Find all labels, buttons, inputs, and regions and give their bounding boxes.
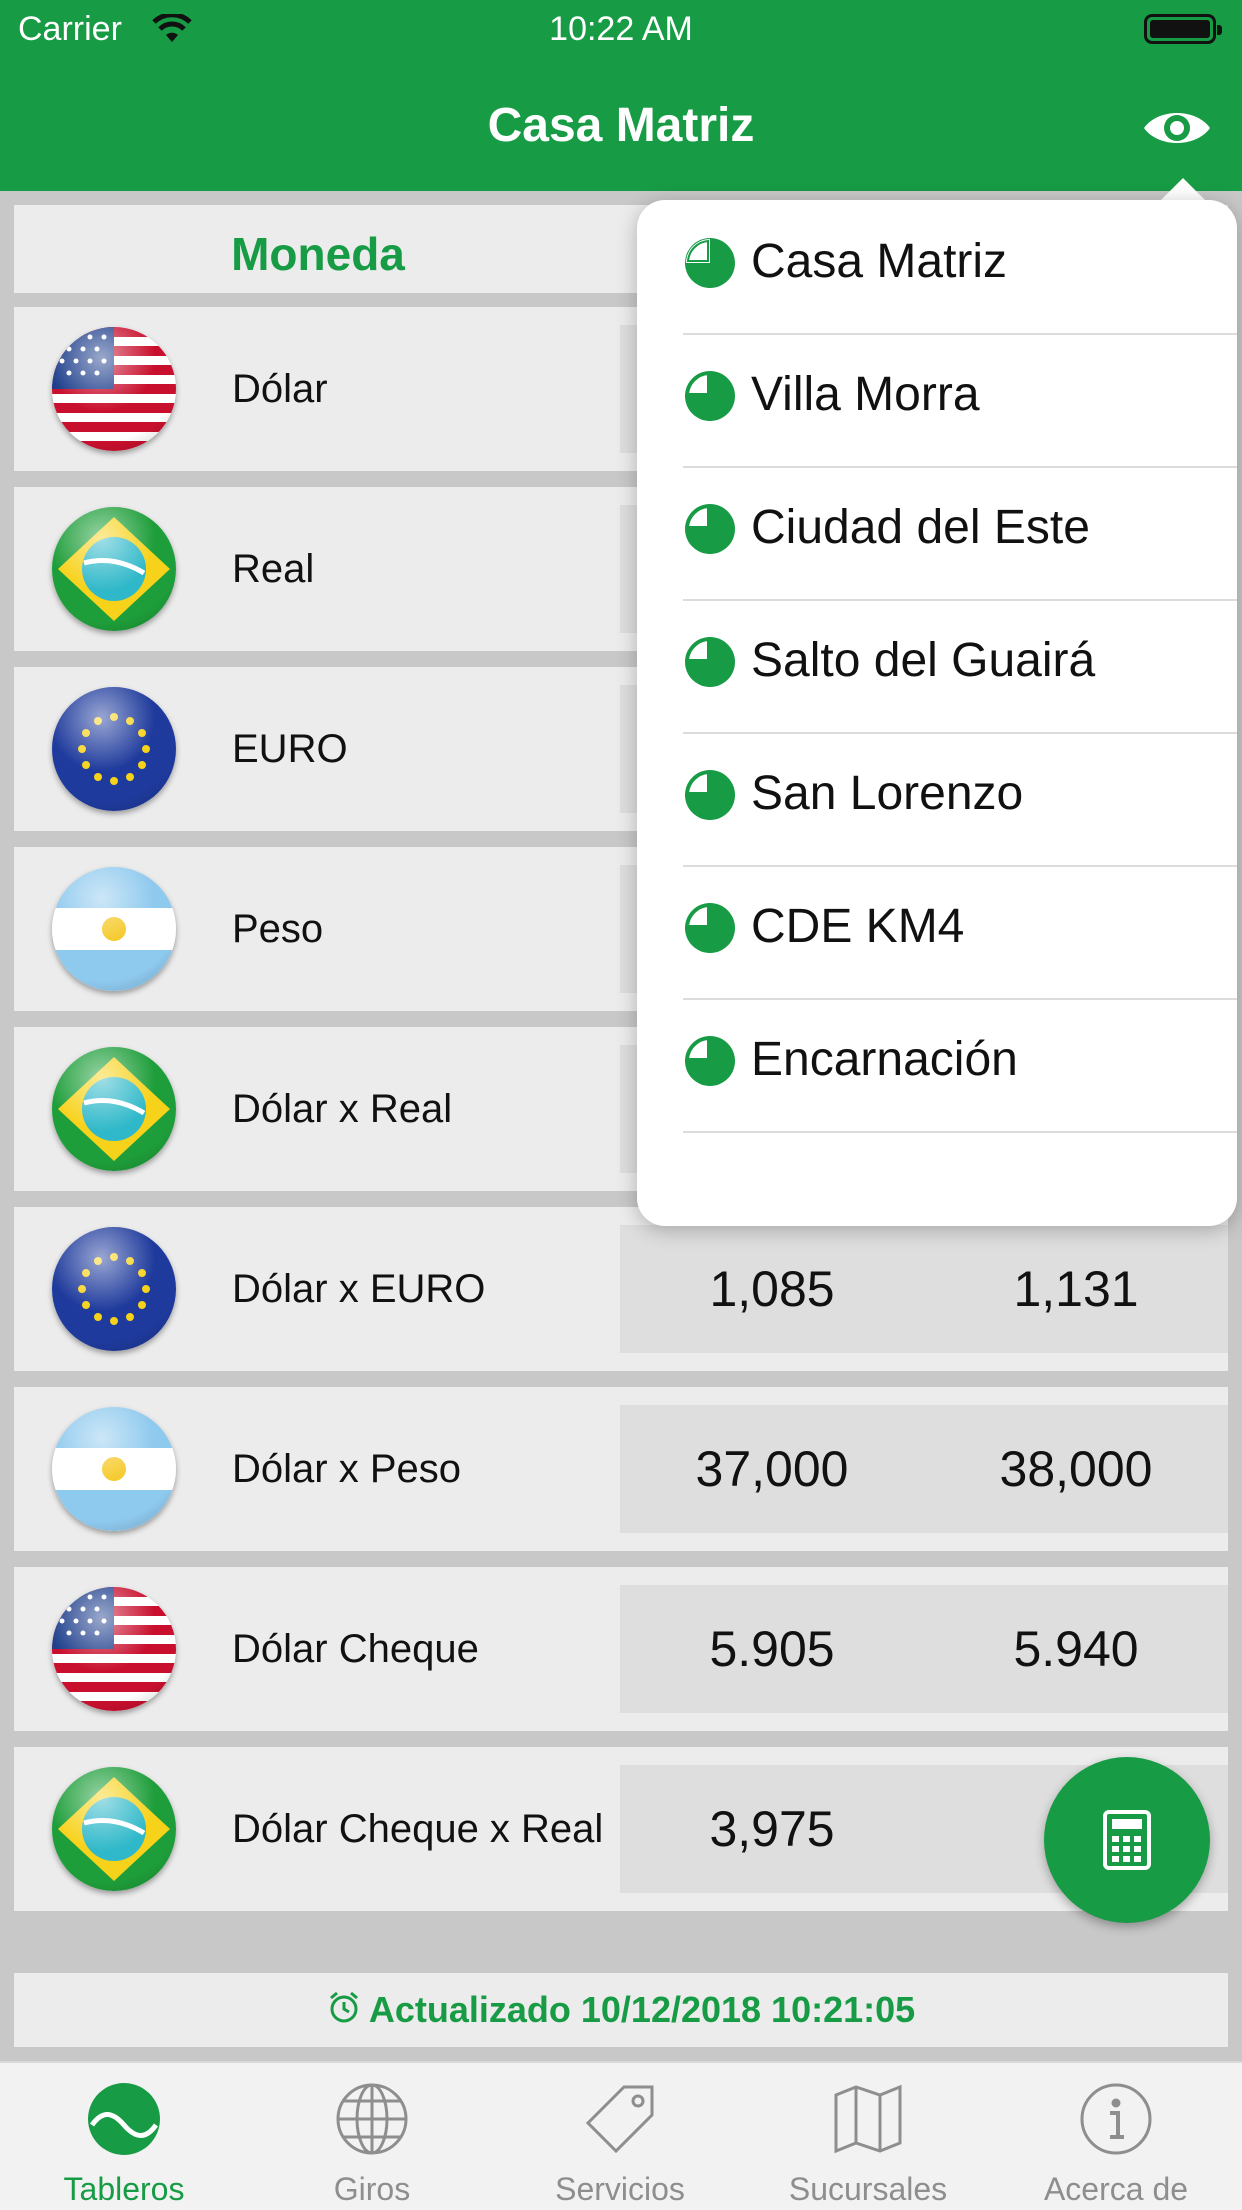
column-header-moneda: Moneda — [231, 228, 405, 280]
tab-giros[interactable]: Giros — [248, 2063, 496, 2210]
branch-option-encarnacion[interactable]: Encarnación — [683, 998, 1237, 1133]
currency-name: Dólar x EURO — [232, 1267, 486, 1311]
tab-label: Sucursales — [788, 2171, 948, 2207]
tag-icon — [582, 2081, 658, 2157]
branch-label: Villa Morra — [751, 368, 980, 421]
tab-sucursales[interactable]: Sucursales — [744, 2063, 992, 2210]
calculator-button[interactable] — [1044, 1757, 1210, 1923]
last-updated-text: Actualizado 10/12/2018 10:21:05 — [368, 1989, 916, 2030]
info-icon — [1078, 2081, 1154, 2157]
alarm-clock-icon — [327, 1975, 361, 2049]
argentina-flag-icon — [52, 1407, 176, 1531]
currency-name: Dólar — [232, 367, 328, 411]
usa-flag-icon — [52, 327, 176, 451]
pie-chart-icon — [683, 502, 737, 561]
brazil-flag-icon — [52, 1047, 176, 1171]
brazil-flag-icon — [52, 1767, 176, 1891]
calculator-icon — [1103, 1810, 1151, 1870]
map-icon — [830, 2081, 906, 2157]
pie-chart-icon — [683, 768, 737, 827]
status-time: 10:22 AM — [549, 10, 693, 48]
eu-flag-icon — [52, 1227, 176, 1351]
currency-name: Peso — [232, 907, 324, 951]
usa-flag-icon — [52, 1587, 176, 1711]
pie-chart-icon — [683, 901, 737, 960]
eye-icon[interactable] — [1140, 96, 1214, 160]
status-bar: Carrier 10:22 AM — [0, 0, 1242, 60]
rate-values: 37,000 38,000 — [620, 1405, 1228, 1533]
buy-value: 3,975 — [709, 1801, 835, 1857]
table-row[interactable]: Dólar x EURO 1,085 1,131 — [14, 1207, 1228, 1371]
pie-chart-icon — [683, 236, 737, 295]
branch-option-ciudad-del-este[interactable]: Ciudad del Este — [683, 466, 1237, 601]
sell-value: 38,000 — [999, 1441, 1153, 1497]
branch-label: Salto del Guairá — [751, 634, 1096, 687]
pie-chart-icon — [683, 635, 737, 694]
branch-label: Ciudad del Este — [751, 501, 1090, 554]
branch-option-casa-matriz[interactable]: Casa Matriz — [683, 200, 1237, 335]
buy-value: 5.905 — [709, 1621, 835, 1677]
nav-header: Carrier 10:22 AM Casa Matriz — [0, 0, 1242, 191]
battery-icon — [1144, 14, 1222, 44]
last-updated: Actualizado 10/12/2018 10:21:05 — [14, 1973, 1228, 2047]
page-title: Casa Matriz — [487, 99, 755, 152]
currency-name: Dólar Cheque x Real — [232, 1807, 604, 1851]
tab-label: Acerca de — [1043, 2171, 1189, 2207]
branch-option-san-lorenzo[interactable]: San Lorenzo — [683, 732, 1237, 867]
buy-value: 1,085 — [709, 1261, 835, 1317]
branch-option-villa-morra[interactable]: Villa Morra — [683, 333, 1237, 468]
branch-option-cde-km4[interactable]: CDE KM4 — [683, 865, 1237, 1000]
branch-popover: Casa Matriz Villa Morra Ciudad del Este … — [637, 200, 1237, 1226]
tab-servicios[interactable]: Servicios — [496, 2063, 744, 2210]
pie-chart-icon — [683, 369, 737, 428]
table-row[interactable]: Dólar Cheque 5.905 5.940 — [14, 1567, 1228, 1731]
argentina-flag-icon — [52, 867, 176, 991]
pie-chart-icon — [683, 1034, 737, 1093]
table-row[interactable]: Dólar x Peso 37,000 38,000 — [14, 1387, 1228, 1551]
branch-label: CDE KM4 — [751, 900, 965, 953]
sell-value: 5.940 — [1013, 1621, 1139, 1677]
branch-label: Encarnación — [751, 1033, 1018, 1086]
tab-label: Tableros — [63, 2171, 185, 2207]
popover-arrow — [1159, 178, 1207, 202]
brazil-flag-icon — [52, 507, 176, 631]
branch-label: San Lorenzo — [751, 767, 1024, 820]
tab-acerca-de[interactable]: Acerca de — [992, 2063, 1240, 2210]
rate-values: 1,085 1,131 — [620, 1225, 1228, 1353]
buy-value: 37,000 — [695, 1441, 849, 1497]
currency-name: Dólar x Peso — [232, 1447, 461, 1491]
sell-value: 1,131 — [1013, 1261, 1139, 1317]
branch-option-salto-del-guaira[interactable]: Salto del Guairá — [683, 599, 1237, 734]
rate-values: 5.905 5.940 — [620, 1585, 1228, 1713]
eu-flag-icon — [52, 687, 176, 811]
branch-label: Casa Matriz — [751, 235, 1008, 288]
tab-tableros[interactable]: Tableros — [0, 2063, 248, 2210]
tab-bar: Tableros Giros Servicios Sucursales Acer… — [0, 2061, 1242, 2210]
tab-label: Servicios — [555, 2171, 685, 2207]
currency-name: EURO — [232, 727, 348, 771]
dashboard-icon — [86, 2081, 162, 2157]
tab-label: Giros — [333, 2171, 411, 2207]
currency-name: Real — [232, 547, 315, 591]
currency-name: Dólar x Real — [232, 1087, 453, 1131]
currency-name: Dólar Cheque — [232, 1627, 479, 1671]
globe-icon — [334, 2081, 410, 2157]
